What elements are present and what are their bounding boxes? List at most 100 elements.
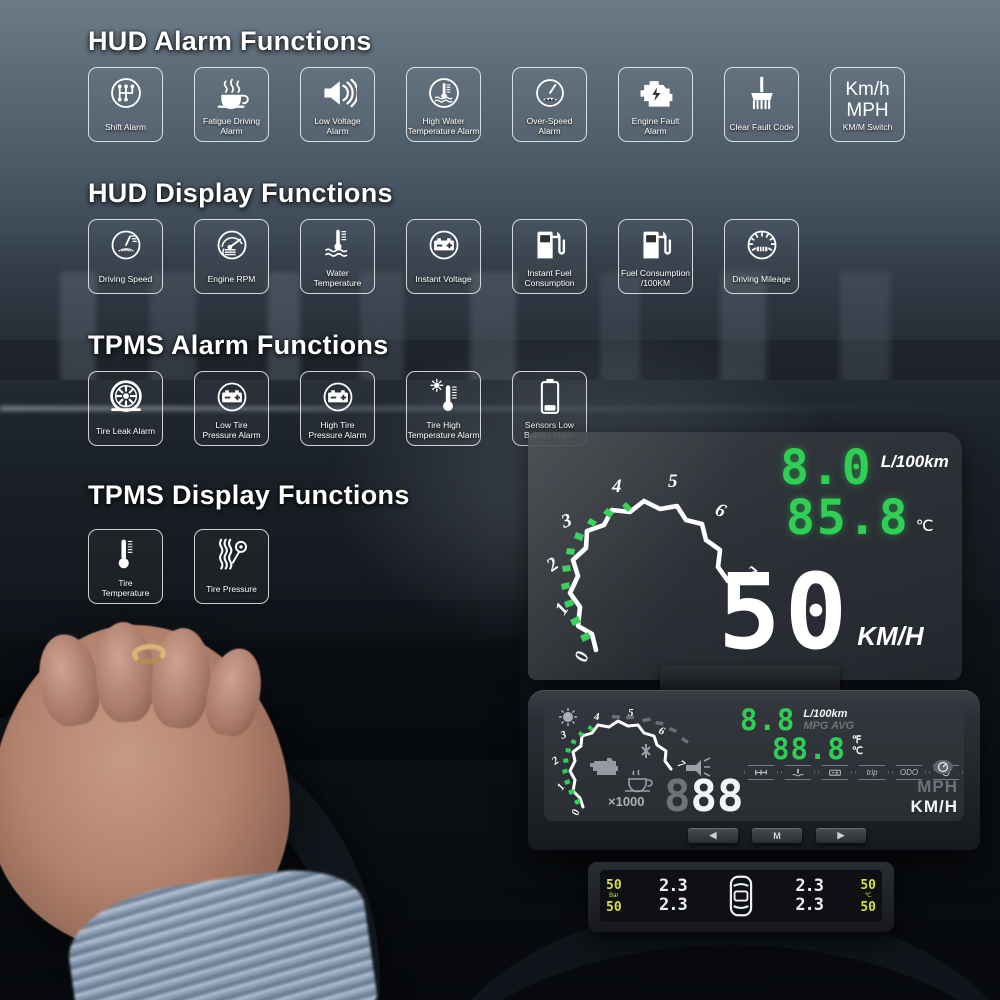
tile-label-line2: Alarm bbox=[326, 126, 349, 136]
tile-clear-fault-code[interactable]: Clear Fault Code bbox=[724, 67, 799, 142]
tile-high-tire-pressure-alarm[interactable]: High Tire Pressure Alarm bbox=[300, 371, 375, 446]
tile-low-voltage-alarm[interactable]: Low Voltage Alarm bbox=[300, 67, 375, 142]
indicator-water-temp bbox=[781, 765, 815, 780]
device-temp-readout: 88.8 ℉ ℃ bbox=[772, 735, 863, 764]
tile-label-line1: Tire High bbox=[426, 420, 461, 430]
svg-text:7: 7 bbox=[675, 758, 687, 771]
tpms-temp-unit-label: ℃ bbox=[864, 892, 872, 899]
tpms-right-temps: 50 ℃ 50 bbox=[860, 878, 876, 915]
tile-instant-fuel-consumption[interactable]: Instant Fuel Consumption bbox=[512, 219, 587, 294]
tile-engine-fault-alarm[interactable]: Engine Fault Alarm bbox=[618, 67, 693, 142]
hud-temp-unit: ℃ bbox=[915, 518, 934, 535]
odometer-icon bbox=[744, 227, 780, 263]
tile-water-temperature[interactable]: Water Temperature bbox=[300, 219, 375, 294]
tile-instant-voltage[interactable]: Instant Voltage bbox=[406, 219, 481, 294]
tile-fatigue-driving-alarm[interactable]: Fatigue Driving Alarm bbox=[194, 67, 269, 142]
tile-tire-leak-alarm[interactable]: Tire Leak Alarm bbox=[88, 371, 163, 446]
tile-label: Driving Speed bbox=[98, 274, 153, 284]
rpm-gauge-icon bbox=[214, 227, 250, 263]
tpms-temp-front-left: 50 bbox=[606, 877, 622, 893]
left-arrow-button[interactable]: ◀ bbox=[688, 828, 738, 843]
device-lcd-screen: 0 1 2 3 4 5 6 7 ×1000 8.8 L/100km MPG AV… bbox=[544, 703, 964, 821]
tile-label-line2: Temperature Alarm bbox=[407, 430, 480, 440]
tile-tire-pressure[interactable]: Tire Pressure bbox=[194, 529, 269, 604]
speedometer-icon bbox=[532, 75, 568, 111]
device-speed-units: MPH KM/H bbox=[911, 777, 958, 817]
tile-label-line2: Alarm bbox=[538, 126, 561, 136]
hud-temp-readout: 85.8 ℃ bbox=[786, 494, 934, 542]
tile-fuel-consumption-100km[interactable]: Fuel Consumption /100KM bbox=[618, 219, 693, 294]
tile-row: Tire Temperature Tire Pressure bbox=[88, 529, 410, 604]
tile-engine-rpm[interactable]: Engine RPM bbox=[194, 219, 269, 294]
tile-driving-mileage[interactable]: Driving Mileage bbox=[724, 219, 799, 294]
section-hud-display: HUD Display Functions KM/H Driving Speed bbox=[88, 178, 799, 294]
coffee-cup-icon bbox=[213, 75, 251, 111]
tpms-temp-rear-right: 50 bbox=[860, 899, 876, 915]
mode-button[interactable]: M bbox=[752, 828, 802, 843]
device-fuel-value: 8.8 bbox=[740, 703, 796, 737]
tile-label-line2: Consumption bbox=[524, 278, 575, 288]
tile-label: KM/M Switch bbox=[842, 122, 893, 132]
device-temp-unit-c: ℃ bbox=[851, 746, 864, 757]
tile-tire-temperature[interactable]: Tire Temperature bbox=[88, 529, 163, 604]
indicator-battery bbox=[818, 765, 852, 780]
tile-label-line1: Instant Fuel bbox=[527, 268, 572, 278]
svg-text:6: 6 bbox=[657, 725, 667, 738]
battery-low-icon bbox=[537, 378, 563, 415]
unit-mph: MPH bbox=[846, 100, 889, 121]
hud-speed-unit: KM/H bbox=[857, 621, 924, 651]
tile-label: Tire Leak Alarm bbox=[95, 426, 156, 436]
tile-label-line2: Pressure Alarm bbox=[202, 430, 261, 440]
tpms-pressure-front-right: 2.3 bbox=[795, 876, 824, 896]
battery-icon bbox=[214, 379, 250, 415]
svg-text:5: 5 bbox=[668, 471, 678, 492]
speaker-icon bbox=[319, 75, 357, 111]
gear-shift-icon bbox=[108, 75, 144, 111]
engine-fault-icon bbox=[636, 75, 676, 111]
tile-row: KM/H Driving Speed Engine RPM Water Temp… bbox=[88, 219, 799, 294]
tile-row: Tire Leak Alarm Low Tire Pressure Alarm … bbox=[88, 371, 587, 446]
device-speed-digit-tens: 8 bbox=[690, 771, 718, 821]
section-title: HUD Alarm Functions bbox=[88, 26, 372, 56]
hud-speed-value: 50 bbox=[718, 551, 852, 673]
tile-driving-speed[interactable]: KM/H Driving Speed bbox=[88, 219, 163, 294]
tile-label-line2: Temperature bbox=[313, 278, 362, 288]
tpms-pressure-front-left: 2.3 bbox=[658, 876, 688, 896]
svg-text:KM/H: KM/H bbox=[120, 249, 132, 254]
device-speed-readout: 8 8 8 bbox=[664, 775, 744, 819]
tile-label: Instant Voltage bbox=[415, 274, 472, 284]
tile-label: Shift Alarm bbox=[104, 122, 147, 132]
tile-label-line2: Pressure Alarm bbox=[308, 430, 367, 440]
tile-high-water-temp-alarm[interactable]: High Water Temperature Alarm bbox=[406, 67, 481, 142]
tile-label: Driving Mileage bbox=[732, 274, 791, 284]
speed-gauge-icon: KM/H bbox=[108, 227, 144, 263]
tile-label-line2: /100KM bbox=[640, 278, 671, 288]
tile-km-m-switch[interactable]: Km/h MPH KM/M Switch bbox=[830, 67, 905, 142]
tile-label-line1: Engine Fault bbox=[631, 116, 680, 126]
tile-over-speed-alarm[interactable]: Over-Speed Alarm bbox=[512, 67, 587, 142]
tile-low-tire-pressure-alarm[interactable]: Low Tire Pressure Alarm bbox=[194, 371, 269, 446]
svg-text:4: 4 bbox=[593, 711, 600, 723]
water-temperature-icon bbox=[426, 75, 462, 111]
indicator-shift bbox=[744, 765, 778, 780]
device-temp-value: 88.8 bbox=[772, 732, 846, 766]
tile-shift-alarm[interactable]: Shift Alarm bbox=[88, 67, 163, 142]
unit-switch-text: Km/h MPH bbox=[845, 79, 889, 121]
svg-text:0: 0 bbox=[569, 808, 582, 817]
tile-label-line1: Fuel Consumption bbox=[621, 268, 690, 278]
tile-label-line2: Alarm bbox=[220, 126, 243, 136]
tile-label-line1: Low Tire bbox=[215, 420, 248, 430]
battery-icon bbox=[320, 379, 356, 415]
car-top-view-icon bbox=[724, 874, 758, 918]
section-title: HUD Display Functions bbox=[88, 178, 393, 208]
tile-label-line1: High Tire bbox=[320, 420, 355, 430]
svg-text:3: 3 bbox=[558, 510, 575, 533]
poster-canvas: HUD Alarm Functions Shift Alarm Fatigue … bbox=[0, 0, 1000, 1000]
tpms-left-pressures: 2.3 2.3 bbox=[658, 876, 688, 915]
tile-tire-high-temp-alarm[interactable]: Tire High Temperature Alarm bbox=[406, 371, 481, 446]
right-arrow-button[interactable]: ▶ bbox=[816, 828, 866, 843]
tile-label: Tire Pressure bbox=[206, 584, 257, 594]
indicator-speed-round bbox=[932, 759, 954, 775]
tpms-pressure-rear-right: 2.3 bbox=[795, 895, 824, 915]
device-speed-digit-hundreds: 8 bbox=[664, 771, 691, 821]
